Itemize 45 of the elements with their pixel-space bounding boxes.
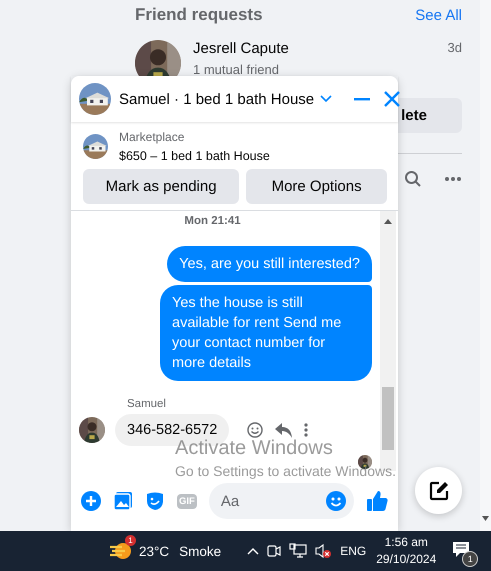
section-title: Friend requests: [135, 5, 263, 25]
message-timestamp: Mon 21:41: [184, 215, 241, 227]
sent-message: Yes the house is still available for rent Send me your contact number for more details: [160, 285, 372, 381]
mutual-friends: 1 mutual friend: [193, 62, 280, 77]
emoji-icon[interactable]: [247, 422, 264, 438]
reply-icon[interactable]: [275, 422, 292, 438]
network-icon[interactable]: [289, 543, 308, 559]
weather-condition[interactable]: Smoke: [179, 544, 222, 558]
clock-date[interactable]: 29/10/2024: [376, 551, 436, 568]
chevron-down-icon[interactable]: [320, 95, 332, 103]
camera-icon[interactable]: [266, 543, 282, 559]
activation-message: Go to Settings to activate Windows.: [175, 463, 396, 479]
like-icon[interactable]: [366, 490, 388, 512]
language-indicator[interactable]: ENG: [340, 544, 366, 558]
sent-message: Yes, are you still interested?: [167, 246, 372, 282]
message-field[interactable]: Aa: [208, 483, 354, 519]
scroll-down-icon[interactable]: [482, 516, 489, 521]
more-options-button[interactable]: More Options: [246, 169, 387, 204]
emoji-icon[interactable]: [326, 491, 346, 511]
plus-icon[interactable]: [81, 491, 101, 511]
speaker-muted-icon[interactable]: [314, 543, 332, 559]
request-time: 3d: [448, 40, 462, 57]
sender-name: Samuel: [127, 398, 167, 410]
clock-time[interactable]: 1:56 am: [384, 534, 428, 551]
close-icon[interactable]: [384, 91, 400, 107]
minimize-icon[interactable]: [354, 97, 370, 101]
notification-count: 1: [462, 551, 478, 567]
scrollbar-thumb[interactable]: [382, 387, 394, 450]
more-icon[interactable]: [304, 423, 308, 437]
weather-badge: 1: [125, 534, 136, 546]
new-message-button[interactable]: [415, 467, 462, 514]
scroll-up-icon[interactable]: [384, 219, 392, 224]
image-icon[interactable]: [113, 491, 133, 511]
mark-pending-button[interactable]: Mark as pending: [83, 169, 240, 204]
listing-title[interactable]: $650 – 1 bed 1 bath House: [119, 149, 270, 163]
search-icon[interactable]: [404, 170, 422, 188]
friend-name: Jesrell Capute: [193, 40, 289, 57]
edit-icon: [428, 480, 450, 502]
sticker-icon[interactable]: [145, 491, 165, 511]
temperature[interactable]: 23°C: [139, 544, 170, 558]
chevron-up-icon[interactable]: [247, 547, 260, 555]
chat-title[interactable]: Samuel · 1 bed 1 bath House: [119, 90, 314, 108]
notification-icon[interactable]: [452, 541, 470, 558]
listing-source: Marketplace: [119, 130, 186, 144]
see-all-link[interactable]: See All: [415, 6, 462, 24]
